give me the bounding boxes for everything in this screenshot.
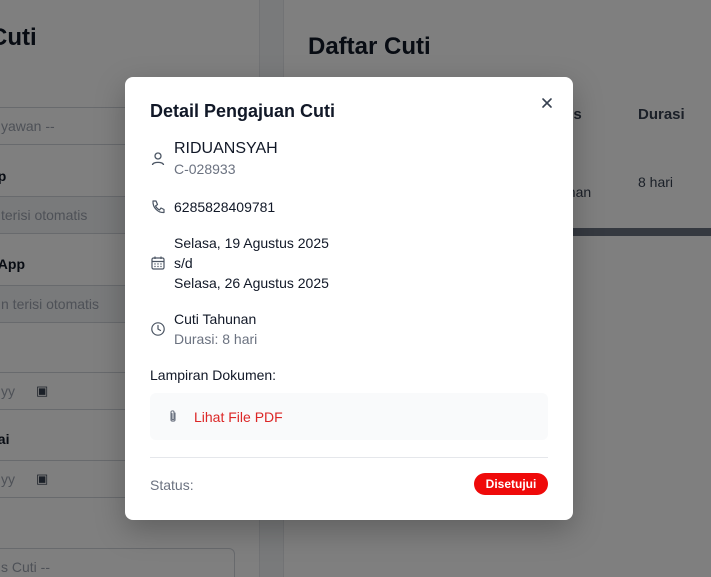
status-badge: Disetujui <box>474 473 548 495</box>
close-icon[interactable] <box>538 94 556 112</box>
clock-icon <box>151 322 165 336</box>
employee-name: RIDUANSYAH <box>174 140 278 157</box>
phone-icon <box>152 200 165 214</box>
modal-title: Detail Pengajuan Cuti <box>150 101 336 121</box>
leave-detail-modal: Detail Pengajuan Cuti RIDUANSYAH C-02893… <box>125 77 573 520</box>
start-date: Selasa, 19 Agustus 2025 <box>174 235 329 251</box>
end-date: Selasa, 26 Agustus 2025 <box>174 275 329 291</box>
date-separator: s/d <box>174 255 193 271</box>
leave-duration: Durasi: 8 hari <box>174 331 258 347</box>
status-label: Status: <box>150 477 194 493</box>
employee-info: RIDUANSYAH C-028933 <box>150 139 278 179</box>
attachment-label: Lampiran Dokumen: <box>150 367 277 383</box>
date-range-info: Selasa, 19 Agustus 2025 s/d Selasa, 26 A… <box>150 233 329 293</box>
employee-id: C-028933 <box>174 161 236 177</box>
phone-info: 6285828409781 <box>150 197 275 217</box>
user-icon <box>151 152 165 166</box>
phone-number: 6285828409781 <box>174 199 276 215</box>
view-pdf-link[interactable]: Lihat File PDF <box>194 409 283 425</box>
leave-type: Cuti Tahunan <box>174 311 257 327</box>
attachment-box[interactable]: Lihat File PDF <box>150 393 548 440</box>
paperclip-icon <box>170 409 176 422</box>
leave-type-info: Cuti Tahunan Durasi: 8 hari <box>150 309 257 349</box>
calendar-icon <box>151 256 165 270</box>
divider <box>150 457 548 458</box>
